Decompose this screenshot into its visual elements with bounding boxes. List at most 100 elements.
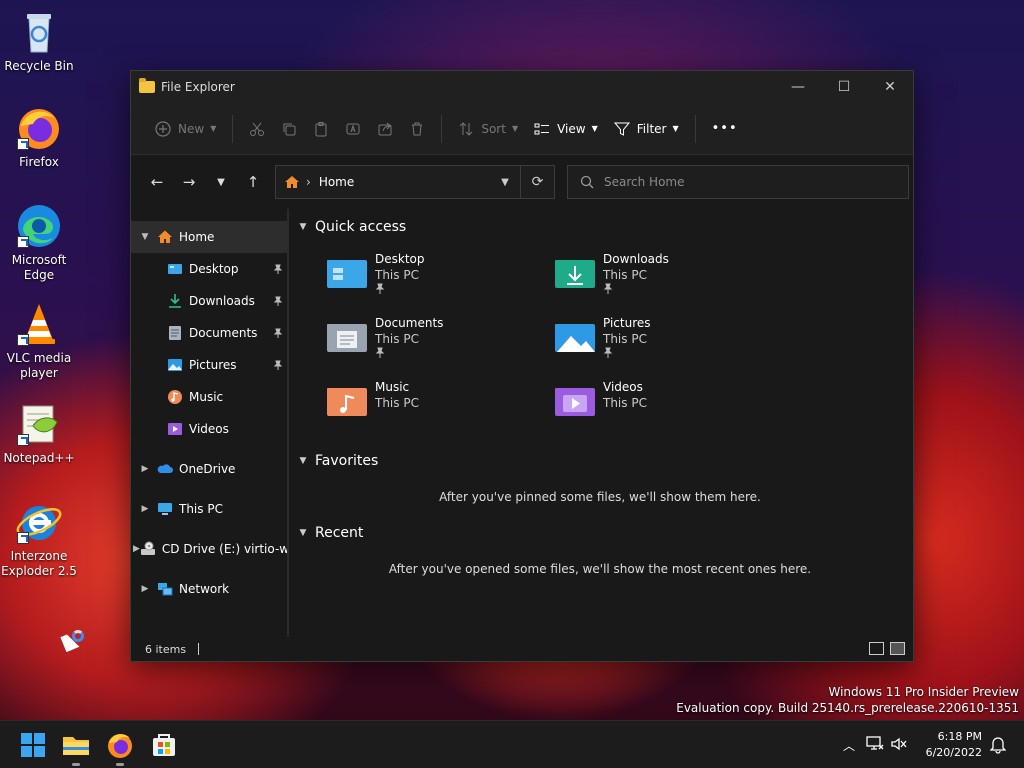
navigation-pane: ▼ Home Desktop Downloads Documents Pictu… bbox=[131, 209, 289, 637]
sidebar-item-this-pc[interactable]: ▶ This PC bbox=[131, 493, 287, 525]
search-input[interactable] bbox=[604, 175, 894, 189]
forward-button[interactable]: → bbox=[173, 167, 205, 197]
desktop-icon-label: VLC media player bbox=[6, 351, 72, 380]
view-list-icon bbox=[534, 123, 550, 134]
vlc-icon bbox=[15, 300, 63, 348]
desktop-icon-label: Microsoft Edge bbox=[11, 253, 67, 282]
navigation-bar: ← → ▼ ↑ › Home ▼ ⟳ bbox=[131, 155, 913, 209]
maximize-button[interactable]: ☐ bbox=[821, 71, 867, 103]
onedrive-icon bbox=[157, 461, 173, 477]
start-button[interactable] bbox=[17, 729, 49, 761]
section-header-favorites[interactable]: ▼ Favorites bbox=[295, 445, 905, 477]
chevron-down-icon: ▼ bbox=[217, 176, 225, 188]
view-button[interactable]: View ▼ bbox=[526, 111, 606, 147]
sort-button[interactable]: Sort ▼ bbox=[450, 111, 526, 147]
expand-chevron-icon[interactable]: ▶ bbox=[133, 504, 157, 514]
section-title: Recent bbox=[315, 525, 364, 541]
filter-label: Filter bbox=[636, 121, 667, 136]
back-button[interactable]: ← bbox=[141, 167, 173, 197]
more-options-button[interactable]: ••• bbox=[704, 111, 746, 147]
desktop-icon-firefox[interactable]: Firefox bbox=[0, 104, 78, 170]
details-view-button[interactable] bbox=[869, 642, 884, 655]
pin-icon bbox=[375, 283, 425, 297]
large-icons-view-button[interactable] bbox=[890, 642, 905, 655]
quick-access-item-music[interactable]: Music This PC bbox=[325, 375, 553, 439]
volume-muted-icon[interactable] bbox=[890, 736, 908, 755]
desktop-icon-recycle-bin[interactable]: Recycle Bin bbox=[0, 8, 78, 74]
share-button[interactable] bbox=[369, 111, 401, 147]
expand-chevron-icon[interactable]: ▼ bbox=[133, 232, 157, 242]
desktop-icon-ie[interactable]: Interzone Exploder 2.5 bbox=[0, 498, 78, 579]
folder-icon bbox=[139, 78, 155, 93]
up-button[interactable]: ↑ bbox=[237, 167, 269, 197]
notepadpp-icon bbox=[15, 400, 63, 448]
desktop-icon-vlc[interactable]: VLC media player bbox=[0, 300, 78, 381]
shortcut-arrow-icon bbox=[17, 138, 29, 150]
taskbar-file-explorer[interactable] bbox=[60, 729, 92, 766]
quick-access-item-documents[interactable]: Documents This PC bbox=[325, 311, 553, 375]
quick-access-item-videos[interactable]: Videos This PC bbox=[553, 375, 781, 439]
firefox-icon bbox=[15, 104, 63, 152]
address-dropdown-button[interactable]: ▼ bbox=[490, 177, 520, 188]
sidebar-item-label: OneDrive bbox=[179, 462, 236, 476]
desktop-icon-edge[interactable]: Microsoft Edge bbox=[0, 202, 78, 283]
search-icon bbox=[580, 175, 594, 189]
section-header-recent[interactable]: ▼ Recent bbox=[295, 517, 905, 549]
quick-access-item-pictures[interactable]: Pictures This PC bbox=[553, 311, 781, 375]
sidebar-item-label: Music bbox=[189, 390, 224, 404]
paste-button[interactable] bbox=[305, 111, 337, 147]
refresh-button[interactable]: ⟳ bbox=[520, 166, 554, 198]
desktop-icon-notepadpp[interactable]: Notepad++ bbox=[0, 400, 78, 466]
taskbar-firefox[interactable] bbox=[104, 729, 136, 766]
cut-button[interactable] bbox=[241, 111, 273, 147]
notification-center-button[interactable] bbox=[989, 736, 1007, 757]
collapse-chevron-icon: ▼ bbox=[299, 222, 307, 232]
sidebar-item-onedrive[interactable]: ▶ OneDrive bbox=[131, 453, 287, 485]
close-button[interactable]: ✕ bbox=[867, 71, 913, 103]
expand-chevron-icon[interactable]: ▶ bbox=[133, 464, 157, 474]
taskbar-store[interactable] bbox=[148, 729, 180, 761]
address-bar[interactable]: › Home ▼ ⟳ bbox=[275, 165, 555, 199]
chevron-down-icon: ▼ bbox=[591, 124, 598, 133]
copy-button[interactable] bbox=[273, 111, 305, 147]
expand-chevron-icon[interactable]: ▶ bbox=[133, 584, 157, 594]
sidebar-item-label: This PC bbox=[179, 502, 223, 516]
expand-chevron-icon[interactable]: ▶ bbox=[133, 544, 140, 554]
clock[interactable]: 6:18 PM 6/20/2022 bbox=[926, 729, 982, 761]
sidebar-item-videos[interactable]: Videos bbox=[131, 413, 287, 445]
quick-access-meta: Videos This PC bbox=[603, 379, 647, 411]
sidebar-item-desktop[interactable]: Desktop bbox=[131, 253, 287, 285]
desktop-folder-icon bbox=[167, 261, 183, 277]
file-explorer-window: File Explorer — ☐ ✕ New ▼ Sort ▼ View ▼ … bbox=[130, 70, 914, 662]
network-status-icon[interactable] bbox=[866, 735, 884, 755]
store-icon bbox=[153, 734, 175, 756]
minimize-button[interactable]: — bbox=[775, 71, 821, 103]
sidebar-item-music[interactable]: Music bbox=[131, 381, 287, 413]
show-hidden-icons-button[interactable]: ︿ bbox=[838, 737, 860, 754]
busy-indicator-icon bbox=[72, 630, 84, 642]
sidebar-item-home[interactable]: ▼ Home bbox=[131, 221, 287, 253]
recent-locations-button[interactable]: ▼ bbox=[205, 167, 237, 197]
filter-button[interactable]: Filter ▼ bbox=[606, 111, 687, 147]
quick-access-item-downloads[interactable]: Downloads This PC bbox=[553, 247, 781, 311]
folder-location: This PC bbox=[603, 396, 647, 410]
quick-access-item-desktop[interactable]: Desktop This PC bbox=[325, 247, 553, 311]
sidebar-item-cd-drive[interactable]: ▶ CD Drive (E:) virtio-win-0.1.217 bbox=[131, 533, 287, 565]
pin-icon bbox=[603, 283, 669, 297]
arrow-right-icon: → bbox=[182, 173, 196, 191]
breadcrumb[interactable]: Home bbox=[319, 175, 490, 189]
delete-button[interactable] bbox=[401, 111, 433, 147]
item-count: 6 items bbox=[145, 642, 187, 656]
sidebar-item-pictures[interactable]: Pictures bbox=[131, 349, 287, 381]
new-button[interactable]: New ▼ bbox=[147, 111, 224, 147]
sidebar-item-documents[interactable]: Documents bbox=[131, 317, 287, 349]
folder-location: This PC bbox=[603, 268, 647, 282]
rename-button[interactable] bbox=[337, 111, 369, 147]
downloads-folder-icon bbox=[167, 293, 183, 309]
sidebar-item-downloads[interactable]: Downloads bbox=[131, 285, 287, 317]
search-box[interactable] bbox=[567, 165, 909, 199]
title-bar[interactable]: File Explorer — ☐ ✕ bbox=[131, 71, 913, 103]
section-header-quick-access[interactable]: ▼ Quick access bbox=[295, 211, 905, 243]
sidebar-item-network[interactable]: ▶ Network bbox=[131, 573, 287, 605]
